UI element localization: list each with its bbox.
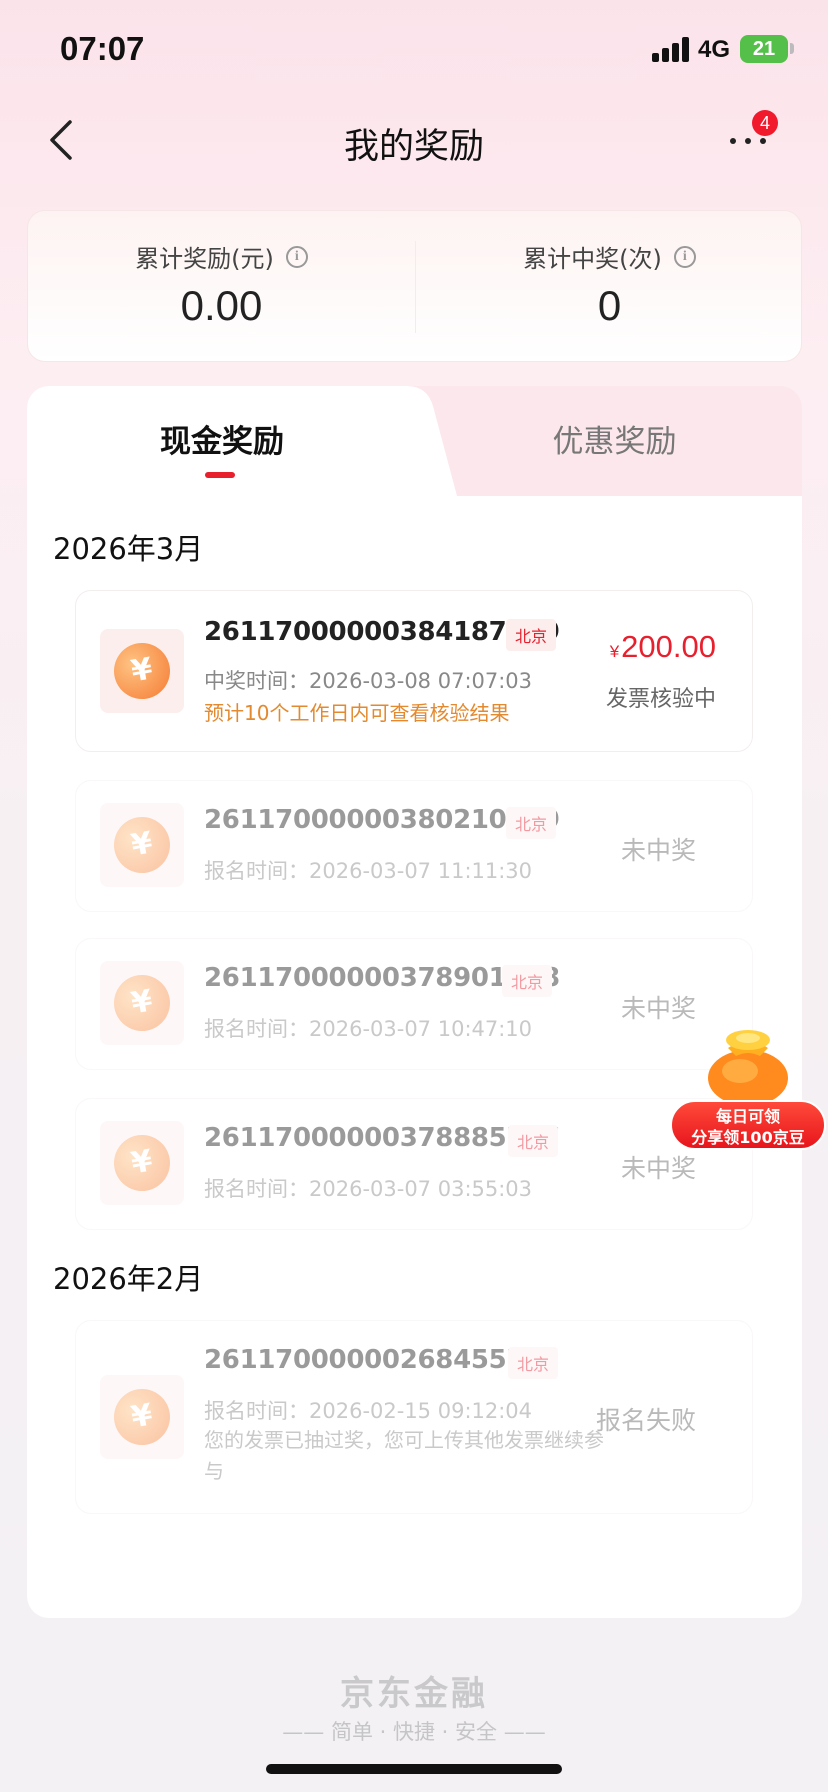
coin-icon: ¥ — [100, 1121, 184, 1205]
invoice-number: 26117000000268455703 — [204, 1345, 560, 1375]
record-status: 报名失败 — [595, 1406, 696, 1435]
invoice-number: 26117000000378885747 — [204, 1123, 560, 1153]
more-dot-icon — [760, 138, 766, 144]
battery-icon: 21 — [740, 35, 788, 63]
coin-icon: ¥ — [100, 961, 184, 1045]
record-status: 发票核验中 — [605, 687, 716, 712]
record-note: 预计10个工作日内可查看核验结果 — [204, 701, 510, 725]
total-wins-value: 0 — [597, 282, 622, 329]
total-reward-label: 累计奖励(元) — [135, 245, 274, 273]
total-wins-stat: 累计中奖(次) i 0 — [416, 211, 803, 363]
reward-record[interactable]: ¥ 26117000000378885747 北京 报名时间：2026-03-0… — [75, 1098, 753, 1230]
notification-badge: 4 — [752, 110, 778, 136]
status-time: 07:07 — [60, 30, 145, 67]
battery-level: 21 — [752, 38, 776, 60]
tab-cash-reward[interactable]: 现金奖励 — [27, 416, 417, 461]
city-tag: 北京 — [508, 1347, 559, 1379]
network-type: 4G — [698, 36, 731, 63]
city-tag: 北京 — [506, 807, 557, 839]
record-time: 报名时间：2026-02-15 09:12:04 — [204, 1399, 533, 1423]
summary-card: 累计奖励(元) i 0.00 累计中奖(次) i 0 — [27, 210, 802, 362]
record-status: 未中奖 — [620, 1154, 696, 1183]
record-time: 中奖时间：2026-03-08 07:07:03 — [204, 669, 533, 693]
record-time: 报名时间：2026-03-07 10:47:10 — [204, 1017, 533, 1041]
coin-icon: ¥ — [100, 803, 184, 887]
status-bar: 07:07 4G 21 — [0, 0, 828, 100]
total-wins-label: 累计中奖(次) — [523, 245, 662, 273]
signal-icon — [652, 36, 692, 62]
total-reward-stat: 累计奖励(元) i 0.00 — [28, 211, 415, 363]
coin-icon: ¥ — [100, 629, 184, 713]
battery-tip — [790, 43, 794, 54]
record-time: 报名时间：2026-03-07 11:11:30 — [204, 859, 533, 883]
reward-record[interactable]: ¥ 26117000000378901148 北京 报名时间：2026-03-0… — [75, 938, 753, 1070]
reward-record[interactable]: ¥ 26117000000384187609 北京 中奖时间：2026-03-0… — [75, 590, 753, 752]
lucky-bag-icon — [708, 1030, 788, 1106]
reward-record[interactable]: ¥ 26117000000268455703 北京 报名时间：2026-02-1… — [75, 1320, 753, 1514]
rewards-card: 现金奖励 优惠奖励 2026年3月 ¥ 26117000000384187609… — [27, 386, 802, 1618]
record-note: 您的发票已抽过奖，您可上传其他发票继续参与 — [204, 1428, 604, 1483]
coin-icon: ¥ — [100, 1375, 184, 1459]
info-icon[interactable]: i — [673, 245, 696, 268]
daily-beans-promo[interactable]: 每日可领 分享领100京豆 — [668, 1016, 828, 1152]
brand-logo: 京东金融 — [340, 1674, 488, 1714]
city-tag: 北京 — [506, 619, 557, 651]
month-header: 2026年2月 — [53, 1262, 204, 1296]
home-indicator[interactable] — [266, 1764, 562, 1774]
more-dot-icon — [730, 138, 736, 144]
brand-slogan: —— 简单 · 快捷 · 安全 —— — [282, 1720, 546, 1744]
total-reward-value: 0.00 — [180, 282, 263, 329]
reward-amount: ¥200.00 — [609, 629, 716, 664]
tab-coupon-reward[interactable]: 优惠奖励 — [427, 416, 802, 461]
record-status: 未中奖 — [620, 836, 696, 865]
more-dot-icon — [745, 138, 751, 144]
city-tag: 北京 — [502, 965, 553, 997]
city-tag: 北京 — [508, 1125, 559, 1157]
reward-record[interactable]: ¥ 26117000000380210789 北京 报名时间：2026-03-0… — [75, 780, 753, 912]
active-tab-indicator — [205, 472, 235, 478]
record-time: 报名时间：2026-03-07 03:55:03 — [204, 1177, 533, 1201]
month-header: 2026年3月 — [53, 532, 204, 566]
info-icon[interactable]: i — [285, 245, 308, 268]
nav-bar: 我的奖励 4 — [0, 100, 828, 180]
promo-label: 每日可领 分享领100京豆 — [670, 1100, 826, 1150]
page-title: 我的奖励 — [343, 127, 484, 167]
